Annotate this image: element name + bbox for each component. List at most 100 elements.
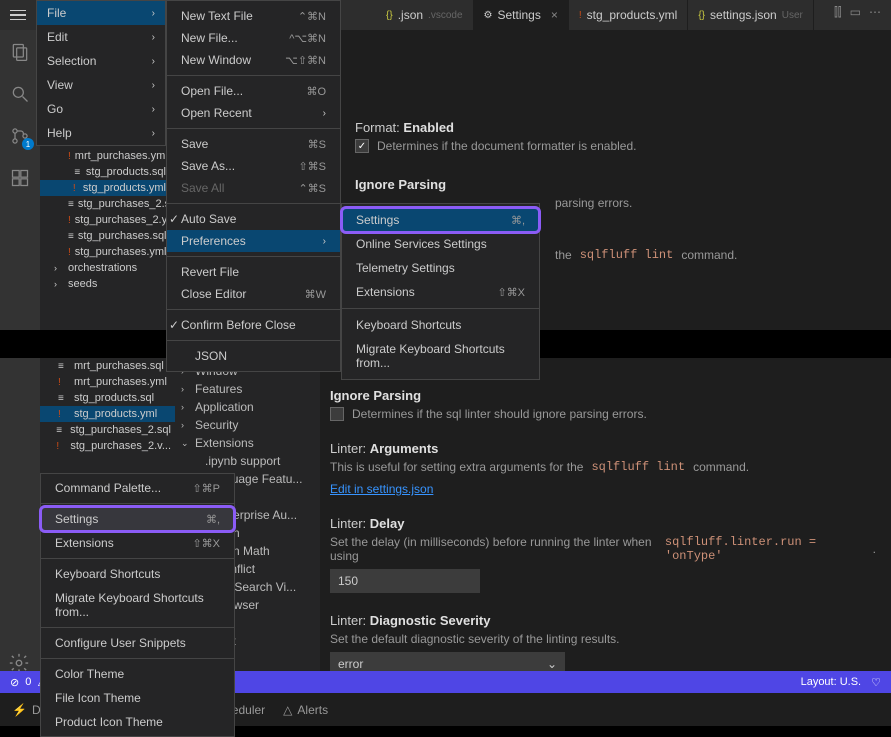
edit-in-settings-json-link[interactable]: Edit in settings.json — [330, 482, 433, 496]
submenu-item[interactable]: New Window⌥⇧⌘N — [167, 49, 340, 71]
context-menu-item[interactable]: Keyboard Shortcuts — [41, 562, 234, 586]
settings-tree-item[interactable]: .ipynb support — [175, 452, 320, 470]
tree-item[interactable]: ≡stg_products.sql — [40, 390, 175, 406]
lightning-icon: ⚡ — [12, 703, 27, 717]
tab[interactable]: {}.json.vscode — [376, 0, 474, 30]
tree-item[interactable]: !mrt_purchases.yml — [40, 374, 175, 390]
prefs-item[interactable]: Settings⌘, — [342, 208, 539, 232]
tree-item[interactable]: ≡stg_purchases_2.sql — [40, 196, 170, 212]
file-icon: ! — [73, 183, 79, 194]
tree-item[interactable]: !mrt_purchases.yml — [40, 148, 170, 164]
menu-item-help[interactable]: Help› — [37, 121, 165, 145]
chevron-right-icon: › — [152, 104, 155, 115]
submenu-item[interactable]: New File...^⌥⌘N — [167, 27, 340, 49]
submenu-item[interactable]: ✓Confirm Before Close — [167, 314, 340, 336]
file-icon: ! — [56, 441, 66, 452]
chevron-icon: ⌄ — [181, 438, 191, 449]
check-icon: ✓ — [169, 318, 179, 332]
explorer-icon[interactable] — [8, 40, 32, 64]
close-icon[interactable]: × — [551, 8, 558, 22]
submenu-item[interactable]: Open File...⌘O — [167, 80, 340, 102]
context-menu-item[interactable]: Extensions⇧⌘X — [41, 531, 234, 555]
submenu-item[interactable]: ✓Auto Save — [167, 208, 340, 230]
setting-linter-arguments: Linter: Arguments This is useful for set… — [330, 441, 876, 496]
alerts-action[interactable]: △ Alerts — [283, 703, 328, 717]
linter-delay-input[interactable] — [330, 569, 480, 593]
tree-item[interactable]: ≡stg_products.sql — [40, 164, 170, 180]
chevron-right-icon: › — [323, 108, 326, 119]
check-icon: ✓ — [169, 212, 179, 226]
prefs-item[interactable]: Telemetry Settings — [342, 256, 539, 280]
source-control-icon[interactable]: 1 — [8, 124, 32, 148]
context-menu-item[interactable]: Command Palette...⇧⌘P — [41, 476, 234, 500]
submenu-item[interactable]: JSON — [167, 345, 340, 367]
hamburger-menu[interactable] — [0, 0, 36, 30]
layout-icon[interactable]: ▭ — [850, 5, 861, 20]
context-menu-item[interactable]: Color Theme — [41, 662, 234, 686]
setting-ignore-parsing: Ignore Parsing Determines if the sql lin… — [330, 388, 876, 421]
context-menu-item[interactable]: Migrate Keyboard Shortcuts from... — [41, 586, 234, 624]
tree-item[interactable]: !stg_purchases_2.v... — [40, 438, 175, 454]
split-editor-icon[interactable]: ⫿⫿ — [834, 5, 842, 20]
settings-tree-item[interactable]: ›Security — [175, 416, 320, 434]
search-icon[interactable] — [8, 82, 32, 106]
menu-item-view[interactable]: View› — [37, 73, 165, 97]
context-menu-item[interactable]: Configure User Snippets — [41, 631, 234, 655]
settings-tree-item[interactable]: ›Application — [175, 398, 320, 416]
source-control-badge: 1 — [22, 138, 34, 150]
chevron-right-icon: › — [152, 32, 155, 43]
tree-item[interactable]: !stg_purchases_2.yml — [40, 212, 170, 228]
submenu-item[interactable]: Open Recent› — [167, 102, 340, 124]
tab-icon: ! — [579, 10, 582, 21]
settings-tree-item[interactable]: ›Features — [175, 380, 320, 398]
submenu-item[interactable]: Save As...⇧⌘S — [167, 155, 340, 177]
prefs-item[interactable]: Extensions⇧⌘X — [342, 280, 539, 304]
errors-icon[interactable]: ⊘ — [10, 676, 19, 689]
extensions-icon[interactable] — [8, 166, 32, 190]
chevron-down-icon: ⌄ — [547, 657, 557, 671]
tree-item[interactable]: ›orchestrations — [40, 260, 170, 276]
menu-item-file[interactable]: File› — [37, 1, 165, 25]
layout-status[interactable]: Layout: U.S. — [801, 676, 862, 688]
menu-item-selection[interactable]: Selection› — [37, 49, 165, 73]
tree-item[interactable]: ›seeds — [40, 276, 170, 292]
setting-format-enabled: Format: Enabled Determines if the docume… — [355, 120, 876, 153]
tree-item[interactable]: !stg_products.yml — [40, 406, 175, 422]
submenu-item[interactable]: Preferences› — [167, 230, 340, 252]
submenu-item[interactable]: Save All⌃⌘S — [167, 177, 340, 199]
submenu-item[interactable]: Save⌘S — [167, 133, 340, 155]
more-icon[interactable]: ⋯ — [869, 5, 881, 20]
chevron-icon: › — [54, 263, 64, 273]
tab[interactable]: !stg_products.yml — [569, 0, 688, 30]
submenu-item[interactable]: Revert File — [167, 261, 340, 283]
tree-item[interactable]: !stg_products.yml — [40, 180, 170, 196]
prefs-item[interactable]: Online Services Settings — [342, 232, 539, 256]
file-icon: ! — [68, 151, 71, 162]
menu-item-edit[interactable]: Edit› — [37, 25, 165, 49]
context-menu-item[interactable]: File Icon Theme — [41, 686, 234, 710]
chevron-icon: › — [181, 420, 191, 430]
setting-linter-delay: Linter: Delay Set the delay (in millisec… — [330, 516, 876, 593]
submenu-item[interactable]: New Text File⌃⌘N — [167, 5, 340, 27]
context-menu-item[interactable]: Product Icon Theme — [41, 710, 234, 734]
context-menu-item[interactable]: Settings⌘, — [41, 507, 234, 531]
tree-item[interactable]: ≡stg_purchases.sql — [40, 228, 170, 244]
file-icon: ≡ — [68, 199, 74, 210]
format-enabled-checkbox[interactable] — [355, 139, 369, 153]
tree-item[interactable]: ≡stg_purchases_2.sql — [40, 422, 175, 438]
chevron-icon: › — [54, 279, 64, 289]
settings-tree-item[interactable]: ⌄Extensions — [175, 434, 320, 452]
tree-item[interactable]: !stg_purchases.yml — [40, 244, 170, 260]
tab[interactable]: {}settings.jsonUser — [688, 0, 814, 30]
tab-icon: {} — [386, 10, 393, 21]
ignore-parsing-checkbox[interactable] — [330, 407, 344, 421]
prefs-item[interactable]: Keyboard Shortcuts — [342, 313, 539, 337]
setting-linter-severity: Linter: Diagnostic Severity Set the defa… — [330, 613, 876, 676]
prefs-item[interactable]: Migrate Keyboard Shortcuts from... — [342, 337, 539, 375]
file-icon: ! — [58, 409, 70, 420]
submenu-item[interactable]: Close Editor⌘W — [167, 283, 340, 305]
menu-item-go[interactable]: Go› — [37, 97, 165, 121]
bell-icon[interactable]: ♡ — [871, 676, 881, 689]
tree-item[interactable]: ≡mrt_purchases.sql — [40, 358, 175, 374]
tab[interactable]: ⚙Settings× — [474, 0, 569, 30]
